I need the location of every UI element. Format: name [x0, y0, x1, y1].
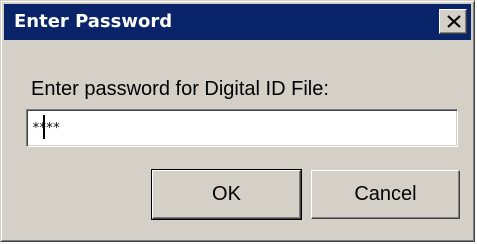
- text-caret: [43, 115, 45, 139]
- password-input[interactable]: [26, 109, 458, 147]
- password-prompt-label: Enter password for Digital ID File:: [31, 78, 329, 100]
- close-button[interactable]: [439, 9, 467, 34]
- title-bar[interactable]: Enter Password: [4, 4, 471, 40]
- dialog-title: Enter Password: [14, 11, 173, 32]
- cancel-button[interactable]: Cancel: [311, 170, 460, 219]
- password-dialog: Enter Password Enter password for Digita…: [0, 0, 475, 242]
- ok-button[interactable]: OK: [151, 169, 302, 220]
- close-icon: [447, 15, 461, 28]
